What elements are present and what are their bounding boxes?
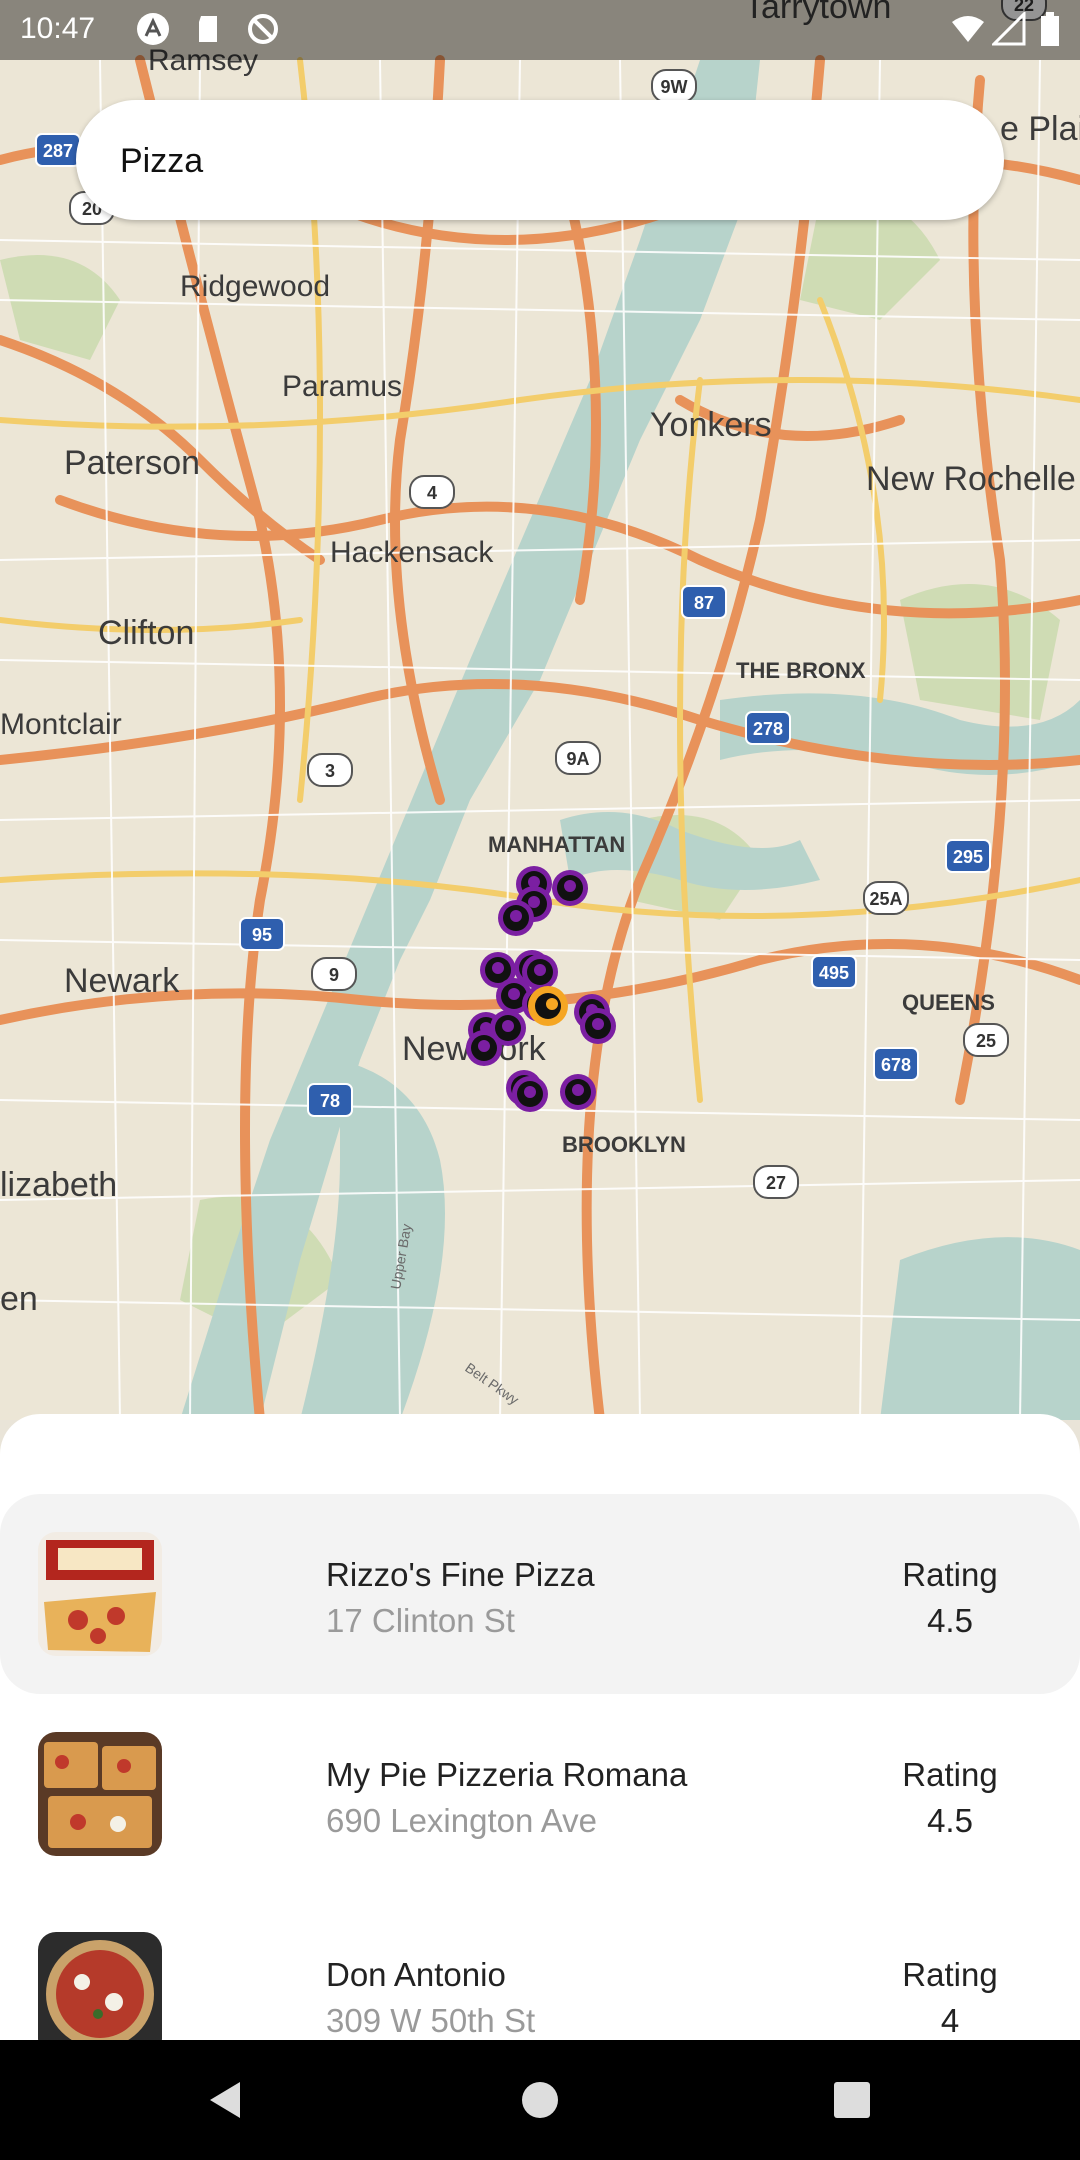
pizza-place-marker[interactable] — [466, 1030, 502, 1066]
list-item[interactable]: Don Antonio 309 W 50th St Rating 4 — [0, 1894, 1080, 2040]
restaurant-name: Don Antonio — [326, 1956, 506, 1993]
map-label-brooklyn: BROOKLYN — [562, 1132, 686, 1157]
route-shield: 287 — [35, 133, 81, 167]
svg-text:295: 295 — [953, 847, 983, 867]
rating-value: 4.5 — [927, 1802, 973, 1839]
restaurant-address: 690 Lexington Ave — [326, 1802, 597, 1839]
map-label-ridgewood: Ridgewood — [180, 270, 330, 303]
route-shield: 278 — [745, 711, 791, 745]
route-shield: 9 — [311, 957, 357, 991]
svg-text:25: 25 — [976, 1031, 996, 1051]
route-shield: 27 — [753, 1165, 799, 1199]
navigation-bar — [0, 2040, 1080, 2160]
restaurant-name: Rizzo's Fine Pizza — [326, 1556, 595, 1593]
map-label-elizabeth: lizabeth — [0, 1166, 117, 1204]
recents-icon[interactable] — [822, 2070, 882, 2130]
rating-value: 4 — [940, 2002, 960, 2039]
svg-text:9: 9 — [329, 965, 339, 985]
signal-icon — [990, 10, 1026, 46]
pizza-place-marker[interactable] — [512, 1076, 548, 1112]
map-label-en: en — [0, 1280, 38, 1318]
map-label-paterson: Paterson — [64, 444, 200, 482]
search-input[interactable] — [118, 130, 962, 192]
map-label-manhattan: MANHATTAN — [488, 832, 625, 857]
route-shield: 495 — [811, 955, 857, 989]
route-shield: 25 — [963, 1023, 1009, 1057]
route-shield: 3 — [307, 753, 353, 787]
map-label-new-rochelle: New Rochelle — [866, 460, 1076, 498]
map-label-newark: Newark — [64, 962, 180, 1000]
map-label-clifton: Clifton — [98, 614, 194, 652]
pizza-place-marker[interactable] — [498, 900, 534, 936]
rating-label: Rating — [902, 1956, 998, 1993]
autofill-icon — [136, 12, 170, 46]
list-item[interactable]: Rizzo's Fine Pizza 17 Clinton St Rating … — [0, 1494, 1080, 1694]
map-label-paramus: Paramus — [282, 370, 402, 403]
route-shield: 678 — [873, 1047, 919, 1081]
svg-text:78: 78 — [320, 1091, 340, 1111]
map-label-montclair: Montclair — [0, 708, 122, 741]
svg-text:278: 278 — [753, 719, 783, 739]
restaurant-thumbnail — [38, 1732, 162, 1856]
svg-text:25A: 25A — [869, 889, 902, 909]
svg-text:287: 287 — [43, 141, 73, 161]
map-label-queens: QUEENS — [902, 990, 995, 1015]
restaurant-thumbnail — [38, 1532, 162, 1656]
rating-label: Rating — [902, 1756, 998, 1793]
list-item[interactable]: My Pie Pizzeria Romana 690 Lexington Ave… — [0, 1694, 1080, 1894]
no-disturb-icon — [246, 12, 280, 46]
route-shield: 9A — [555, 741, 601, 775]
svg-text:678: 678 — [881, 1055, 911, 1075]
selected-place-marker[interactable] — [528, 986, 568, 1026]
battery-icon — [1038, 12, 1072, 46]
route-shield: 95 — [239, 917, 285, 951]
rating-label: Rating — [902, 1556, 998, 1593]
svg-text:3: 3 — [325, 761, 335, 781]
svg-text:495: 495 — [819, 963, 849, 983]
back-icon[interactable] — [196, 2070, 256, 2130]
route-shield: 9W — [651, 69, 697, 103]
map-label-yonkers: Yonkers — [650, 406, 772, 444]
route-shield: 295 — [945, 839, 991, 873]
svg-text:4: 4 — [427, 483, 437, 503]
route-shield: 87 — [681, 585, 727, 619]
wifi-icon — [950, 12, 984, 46]
map-label-the-bronx: THE BRONX — [736, 658, 866, 683]
pizza-place-marker[interactable] — [560, 1074, 596, 1110]
route-shield: 78 — [307, 1083, 353, 1117]
list-item[interactable] — [0, 1414, 1080, 1444]
route-shield: 25A — [863, 881, 909, 915]
home-icon[interactable] — [510, 2070, 570, 2130]
restaurant-address: 17 Clinton St — [326, 1602, 515, 1639]
svg-text:95: 95 — [252, 925, 272, 945]
pizza-place-marker[interactable] — [552, 870, 588, 906]
svg-text:27: 27 — [766, 1173, 786, 1193]
svg-text:9A: 9A — [566, 749, 589, 769]
status-bar: 10:47 — [0, 0, 1080, 60]
restaurant-address: 309 W 50th St — [326, 2002, 536, 2039]
route-shield: 4 — [409, 475, 455, 509]
svg-text:9W: 9W — [661, 77, 688, 97]
map-label-white-plains: e Plai — [1000, 110, 1080, 148]
results-sheet[interactable]: Rizzo's Fine Pizza 17 Clinton St Rating … — [0, 1414, 1080, 2040]
search-bar[interactable] — [76, 100, 1004, 220]
pizza-place-marker[interactable] — [580, 1008, 616, 1044]
svg-text:87: 87 — [694, 593, 714, 613]
sd-card-icon — [192, 12, 226, 46]
rating-value: 4.5 — [927, 1602, 973, 1639]
map-label-hackensack: Hackensack — [330, 536, 494, 569]
status-time: 10:47 — [20, 12, 96, 45]
restaurant-thumbnail — [38, 1932, 162, 2040]
restaurant-name: My Pie Pizzeria Romana — [326, 1756, 688, 1793]
